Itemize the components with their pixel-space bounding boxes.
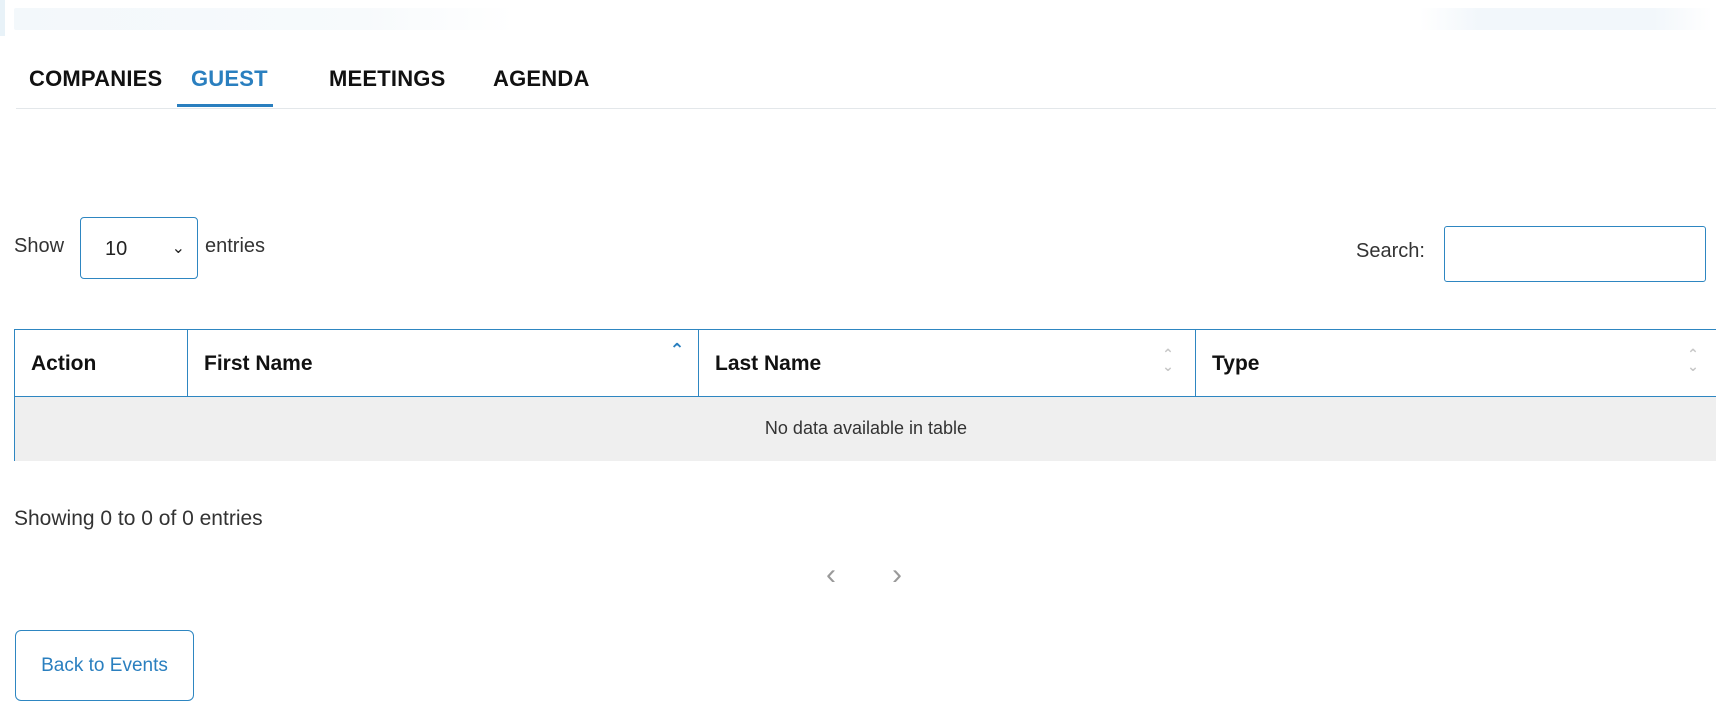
column-header-label: Type — [1212, 352, 1260, 375]
sort-ascending-icon: ⌃ — [669, 340, 685, 360]
sort-both-icon: ⌃ ⌄ — [1687, 346, 1699, 374]
left-edge-accent — [0, 0, 5, 36]
tab-agenda[interactable]: AGENDA — [493, 66, 590, 92]
column-header-first-name[interactable]: First Name ⌃ — [188, 330, 699, 396]
column-header-last-name[interactable]: Last Name ⌃ ⌄ — [699, 330, 1196, 396]
column-header-action[interactable]: Action — [15, 330, 188, 396]
entries-per-page-value: 10 — [105, 238, 128, 260]
faint-header-left — [14, 8, 514, 30]
back-to-events-button[interactable]: Back to Events — [15, 630, 194, 701]
entries-label: entries — [205, 235, 266, 257]
page: COMPANIES GUEST MEETINGS AGENDA Show 10 … — [0, 0, 1716, 707]
table-row-empty: No data available in table — [15, 397, 1716, 461]
table-info: Showing 0 to 0 of 0 entries — [14, 507, 263, 530]
sort-both-icon: ⌃ ⌄ — [1162, 346, 1174, 374]
tab-bar: COMPANIES GUEST MEETINGS AGENDA — [16, 52, 1716, 109]
chevron-down-icon: ⌄ — [171, 240, 185, 257]
column-header-type[interactable]: Type ⌃ ⌄ — [1196, 330, 1716, 396]
chevron-left-icon[interactable]: ‹ — [826, 558, 836, 592]
guest-table: Action First Name ⌃ Last Name ⌃ ⌄ Type ⌃ ⌄… — [14, 329, 1716, 461]
tab-meetings[interactable]: MEETINGS — [329, 66, 446, 92]
show-label: Show — [14, 235, 65, 257]
faint-header-right — [1420, 8, 1712, 30]
chevron-right-icon[interactable]: › — [892, 558, 902, 592]
search-label: Search: — [1356, 240, 1425, 262]
top-strip — [0, 0, 1716, 36]
tab-guest[interactable]: GUEST — [191, 66, 268, 92]
entries-per-page-select[interactable]: 10 ⌄ — [80, 217, 198, 279]
active-tab-indicator — [177, 104, 273, 107]
column-header-label: First Name — [204, 352, 313, 375]
empty-table-message: No data available in table — [764, 418, 968, 438]
column-header-label: Last Name — [715, 352, 822, 375]
search-input[interactable] — [1444, 226, 1706, 282]
column-header-label: Action — [31, 352, 97, 375]
tab-companies[interactable]: COMPANIES — [29, 66, 162, 92]
